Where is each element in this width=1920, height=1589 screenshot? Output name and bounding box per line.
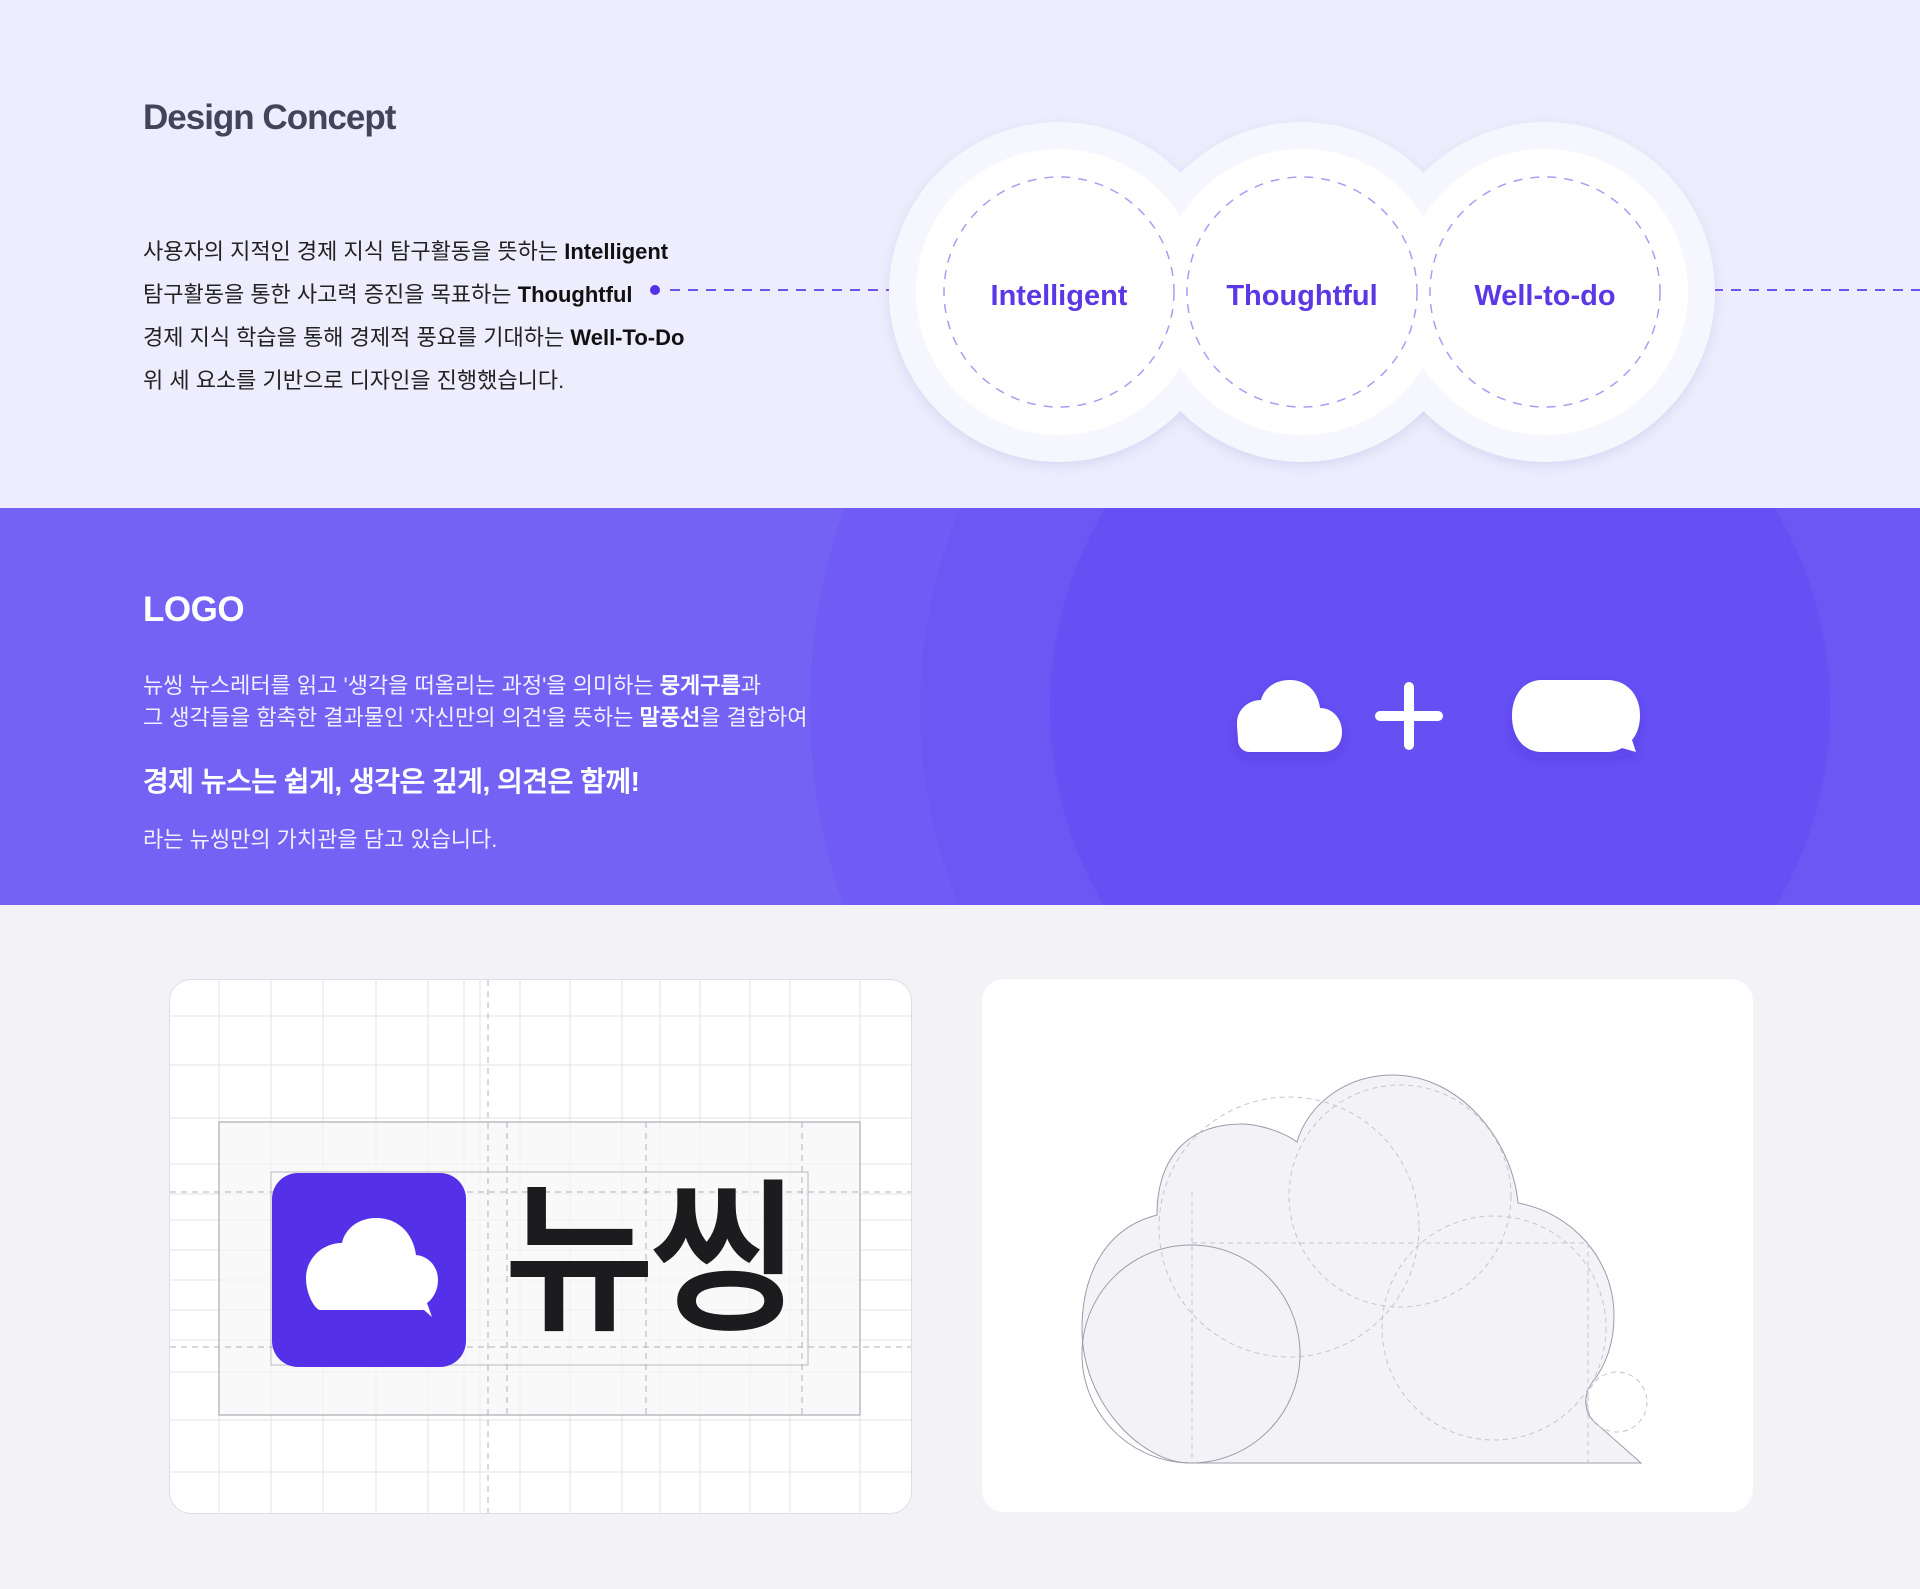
concept-circles-diagram: Intelligent Thoughtful Well-to-do <box>650 122 1920 462</box>
design-concept-section: Design Concept 사용자의 지적인 경제 지식 탐구활동을 뜻하는 … <box>0 0 1920 508</box>
logo-description: 뉴씽 뉴스레터를 읽고 '생각을 떠올리는 과정'을 의미하는 뭉게구름과 그 … <box>143 670 808 734</box>
concept-label-thoughtful: Thoughtful <box>1226 280 1377 312</box>
logo-section: LOGO 뉴씽 뉴스레터를 읽고 '생각을 떠올리는 과정'을 의미하는 뭉게구… <box>0 508 1920 905</box>
logo-title: LOGO <box>143 590 245 629</box>
connector-dot <box>650 285 660 295</box>
cloud-construction-card <box>982 979 1753 1512</box>
cloud-construction-diagram <box>1081 1074 1648 1464</box>
logo-description-line-2: 그 생각들을 함축한 결과물인 '자신만의 의견'을 뜻하는 말풍선을 결합하여 <box>143 705 808 730</box>
logo-slogan: 경제 뉴스는 쉽게, 생각은 깊게, 의견은 함께! <box>143 766 640 797</box>
cloud-icon <box>1237 680 1342 752</box>
logo-description-line-1: 뉴씽 뉴스레터를 읽고 '생각을 떠올리는 과정'을 의미하는 뭉게구름과 <box>143 673 761 698</box>
speech-bubble-icon <box>1512 680 1640 752</box>
concept-label-welltodo: Well-to-do <box>1474 280 1615 312</box>
logo-sub-text: 라는 뉴씽만의 가치관을 담고 있습니다. <box>143 827 498 852</box>
wordmark: 뉴씽 <box>505 1167 799 1355</box>
concept-label-intelligent: Intelligent <box>991 280 1128 312</box>
logo-formula <box>1237 680 1640 752</box>
plus-icon <box>1375 682 1443 750</box>
